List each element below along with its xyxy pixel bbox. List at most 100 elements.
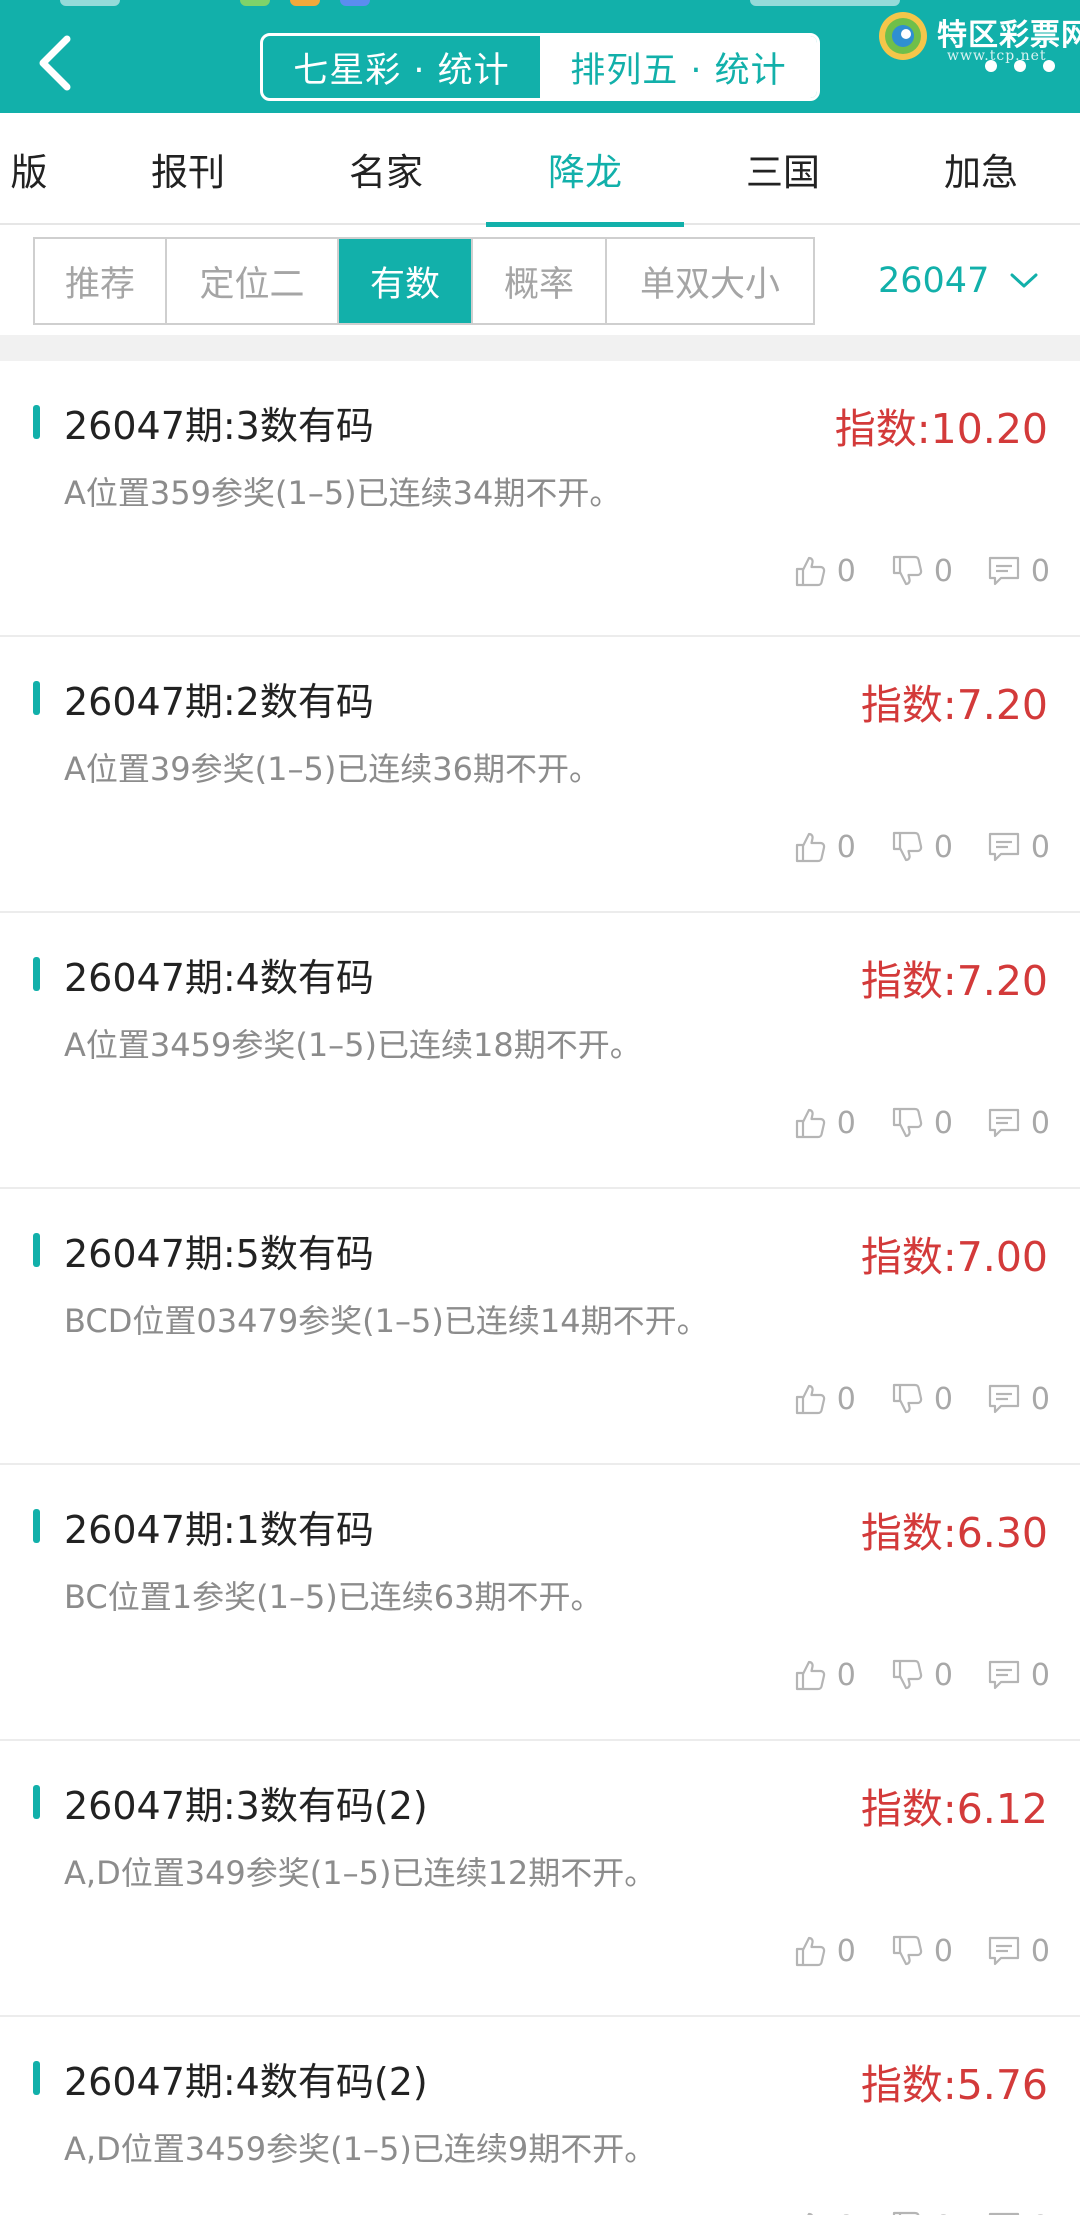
- like-count: 0: [836, 553, 856, 589]
- back-button[interactable]: [26, 30, 84, 96]
- comment-icon: [988, 1384, 1020, 1414]
- like-button[interactable]: 0: [793, 830, 856, 865]
- comment-icon: [988, 1660, 1020, 1690]
- like-button[interactable]: 0: [793, 1382, 856, 1417]
- accent-bar: [33, 957, 40, 991]
- tab-xianglong[interactable]: 降龙: [486, 113, 684, 227]
- category-tabs: 版 报刊 名家 降龙 三国 加急: [0, 113, 1080, 227]
- comment-button[interactable]: 0: [987, 1934, 1050, 1969]
- item-description: A,D位置3459参奖(1–5)已连续9期不开。: [64, 2130, 657, 2168]
- thumbs-down-icon: [892, 1383, 923, 1414]
- accent-bar: [33, 1233, 40, 1267]
- comment-count: 0: [1030, 1657, 1050, 1693]
- item-description: A位置39参奖(1–5)已连续36期不开。: [64, 750, 602, 788]
- accent-bar: [33, 1509, 40, 1543]
- like-button[interactable]: 0: [793, 1934, 856, 1969]
- dislike-count: 0: [933, 1933, 953, 1969]
- segment-qixingcai-stats[interactable]: 七星彩 · 统计: [263, 36, 540, 98]
- comment-button[interactable]: 0: [987, 554, 1050, 589]
- comment-button[interactable]: 0: [987, 1658, 1050, 1693]
- dislike-count: 0: [933, 1381, 953, 1417]
- dislike-button[interactable]: 0: [890, 830, 953, 865]
- item-index: 指数:6.12: [860, 1785, 1048, 1833]
- dislike-button[interactable]: 0: [890, 1382, 953, 1417]
- comment-button[interactable]: 0: [987, 1382, 1050, 1417]
- comment-button[interactable]: 0: [987, 2210, 1050, 2215]
- filter-group: 推荐 定位二 有数 概率 单双大小: [33, 237, 815, 325]
- tab-experts[interactable]: 名家: [287, 113, 485, 225]
- dislike-count: 0: [933, 1657, 953, 1693]
- period-select[interactable]: 26047: [878, 237, 1039, 325]
- comment-count: 0: [1030, 1381, 1050, 1417]
- app-header: 七星彩 · 统计 排列五 · 统计 特区彩票网 www.tcp.net: [0, 0, 1080, 113]
- lottery-type-switch: 七星彩 · 统计 排列五 · 统计: [260, 33, 820, 101]
- like-count: 0: [836, 1105, 856, 1141]
- dislike-button[interactable]: 0: [890, 1658, 953, 1693]
- item-description: A位置3459参奖(1–5)已连续18期不开。: [64, 1026, 642, 1064]
- segment-pailiewu-stats[interactable]: 排列五 · 统计: [540, 36, 817, 98]
- filter-position-two[interactable]: 定位二: [167, 239, 339, 323]
- chevron-left-icon: [39, 35, 71, 91]
- list-item[interactable]: 26047期:2数有码 指数:7.20 A位置39参奖(1–5)已连续36期不开…: [0, 637, 1080, 913]
- item-title: 26047期:3数有码(2): [64, 1784, 428, 1828]
- item-index: 指数:6.30: [860, 1509, 1048, 1557]
- more-menu-button[interactable]: [985, 54, 1055, 78]
- item-index: 指数:7.20: [860, 957, 1048, 1005]
- list-item[interactable]: 26047期:3数有码 指数:10.20 A位置359参奖(1–5)已连续34期…: [0, 361, 1080, 637]
- comment-count: 0: [1030, 1933, 1050, 1969]
- thumbs-up-icon: [795, 556, 825, 587]
- accent-bar: [33, 2061, 40, 2095]
- thumbs-up-icon: [806, 2212, 813, 2215]
- item-title: 26047期:1数有码: [64, 1508, 374, 1552]
- dislike-button[interactable]: 0: [890, 2210, 953, 2215]
- like-button[interactable]: 0: [793, 554, 856, 589]
- like-button[interactable]: 0: [793, 1658, 856, 1693]
- list-item[interactable]: 26047期:4数有码(2) 指数:5.76 A,D位置3459参奖(1–5)已…: [0, 2017, 1080, 2215]
- comment-icon: [988, 1108, 1020, 1138]
- filter-odd-even-size[interactable]: 单双大小: [607, 239, 813, 323]
- item-description: A,D位置349参奖(1–5)已连续12期不开。: [64, 1854, 657, 1892]
- item-actions: 0 0 0: [759, 2207, 1050, 2215]
- like-count: 0: [836, 1381, 856, 1417]
- accent-bar: [33, 405, 40, 439]
- item-index: 指数:5.76: [860, 2061, 1048, 2109]
- like-count: 0: [836, 1657, 856, 1693]
- dislike-button[interactable]: 0: [890, 1106, 953, 1141]
- list-item[interactable]: 26047期:3数有码(2) 指数:6.12 A,D位置349参奖(1–5)已连…: [0, 1741, 1080, 2017]
- item-index: 指数:7.20: [860, 681, 1048, 729]
- like-button[interactable]: 0: [793, 2210, 856, 2215]
- thumbs-down-icon: [892, 2211, 920, 2215]
- dislike-button[interactable]: 0: [890, 554, 953, 589]
- filter-probability[interactable]: 概率: [473, 239, 607, 323]
- thumbs-down-icon: [892, 1935, 923, 1966]
- tab-sanguo[interactable]: 三国: [684, 113, 882, 225]
- item-title: 26047期:2数有码: [64, 680, 374, 724]
- list-item[interactable]: 26047期:1数有码 指数:6.30 BC位置1参奖(1–5)已连续63期不开…: [0, 1465, 1080, 1741]
- stats-list: 26047期:3数有码 指数:10.20 A位置359参奖(1–5)已连续34期…: [0, 361, 1080, 2215]
- list-item[interactable]: 26047期:5数有码 指数:7.00 BCD位置03479参奖(1–5)已连续…: [0, 1189, 1080, 1465]
- thumbs-up-icon: [795, 1108, 825, 1139]
- comment-button[interactable]: 0: [987, 1106, 1050, 1141]
- list-item[interactable]: 26047期:4数有码 指数:7.20 A位置3459参奖(1–5)已连续18期…: [0, 913, 1080, 1189]
- comment-button[interactable]: 0: [987, 830, 1050, 865]
- thumbs-down-icon: [892, 1107, 923, 1138]
- thumbs-up-icon: [795, 1384, 825, 1415]
- chevron-down-icon: [1010, 273, 1038, 288]
- tab-newspaper[interactable]: 报刊: [89, 113, 287, 225]
- status-bar-remnant: [60, 0, 1020, 8]
- thumbs-down-icon: [892, 831, 923, 862]
- tab-urgent[interactable]: 加急: [882, 113, 1080, 225]
- like-button[interactable]: 0: [793, 1106, 856, 1141]
- page: 七星彩 · 统计 排列五 · 统计 特区彩票网 www.tcp.net 版 报刊…: [0, 0, 1080, 2215]
- filter-has-number[interactable]: 有数: [339, 239, 473, 323]
- swirl-logo-icon: [879, 12, 927, 60]
- item-title: 26047期:4数有码(2): [64, 2060, 428, 2104]
- filter-recommend[interactable]: 推荐: [35, 239, 167, 323]
- item-actions: 0 0 0: [759, 1379, 1050, 1419]
- dislike-button[interactable]: 0: [890, 1934, 953, 1969]
- section-divider: [0, 335, 1080, 361]
- comment-count: 0: [1031, 2210, 1050, 2215]
- dislike-count: 0: [933, 1105, 953, 1141]
- item-description: BC位置1参奖(1–5)已连续63期不开。: [64, 1578, 603, 1616]
- thumbs-down-icon: [892, 555, 923, 586]
